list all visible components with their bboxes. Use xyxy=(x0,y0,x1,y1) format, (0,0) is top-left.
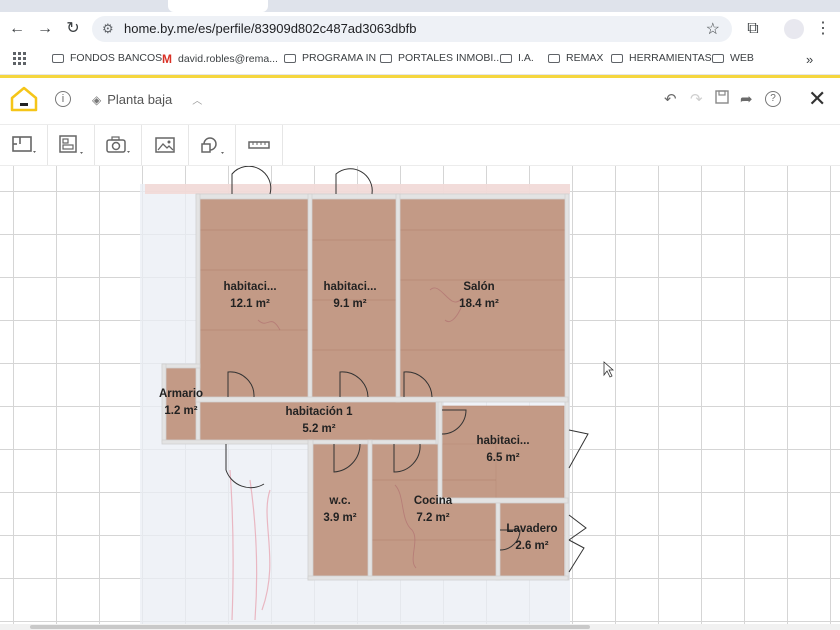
address-bar[interactable]: ⚙ home.by.me/es/perfile/83909d802c487ad3… xyxy=(92,16,732,42)
forward-icon[interactable]: → xyxy=(34,19,56,39)
room-name: Armario xyxy=(158,388,204,400)
site-info-icon[interactable]: ⚙ xyxy=(102,21,114,37)
browser-menu-icon[interactable]: ⋮ xyxy=(812,19,834,39)
room-area: 7.2 m² xyxy=(416,512,450,524)
bookmark-label: david.robles@rema... xyxy=(178,53,278,65)
room-name: Salón xyxy=(463,281,495,293)
bookmark-label: REMAX xyxy=(566,52,604,64)
furniture-tool-icon[interactable] xyxy=(47,125,95,165)
folder-icon xyxy=(52,53,64,63)
apps-grid-icon[interactable] xyxy=(13,52,26,65)
shapes-tool-icon[interactable] xyxy=(188,125,236,165)
bookmark-star-icon[interactable]: ☆ xyxy=(706,19,720,39)
folder-icon xyxy=(380,53,392,63)
bookmark-gmail[interactable]: Mdavid.robles@rema... xyxy=(162,52,278,66)
room-area: 1.2 m² xyxy=(164,405,198,417)
browser-tab-strip xyxy=(0,0,840,12)
redo-icon[interactable]: ↷ xyxy=(690,90,703,108)
bookmark-ia[interactable]: I.A. xyxy=(500,52,534,64)
bookmark-web[interactable]: WEB xyxy=(712,52,754,64)
folder-icon xyxy=(500,53,512,63)
browser-toolbar: ← → ↻ ⚙ home.by.me/es/perfile/83909d802c… xyxy=(0,12,840,46)
room-area: 6.5 m² xyxy=(486,452,520,464)
share-icon[interactable]: ➦ xyxy=(740,90,753,108)
horizontal-scrollbar[interactable] xyxy=(0,624,840,630)
floorplan-tool-icon[interactable] xyxy=(0,125,48,165)
info-icon[interactable]: i xyxy=(55,91,71,107)
folder-icon xyxy=(611,53,623,63)
chevron-up-icon: ︿ xyxy=(192,96,203,107)
room-label-bedroom-c[interactable]: habitaci... 6.5 m² xyxy=(458,433,548,467)
room-label-room-1[interactable]: habitación 1 5.2 m² xyxy=(266,404,372,438)
floor-selector[interactable]: ◈ Planta baja ︿ xyxy=(92,92,202,107)
room-name: habitaci... xyxy=(223,281,277,293)
room-name: Lavadero xyxy=(506,523,558,535)
room-name: habitaci... xyxy=(476,435,530,447)
room-name: habitaci... xyxy=(323,281,377,293)
undo-icon[interactable]: ↶ xyxy=(664,90,677,108)
ruler-tool-icon[interactable] xyxy=(235,125,283,165)
bookmark-label: WEB xyxy=(730,52,754,64)
folder-icon xyxy=(712,53,724,63)
active-tab[interactable] xyxy=(168,0,268,12)
room-label-bedroom-a[interactable]: habitaci... 12.1 m² xyxy=(205,279,295,313)
room-label-closet[interactable]: Armario 1.2 m² xyxy=(148,386,214,420)
room-label-laundry[interactable]: Lavadero 2.6 m² xyxy=(500,521,564,555)
app-header: i ◈ Planta baja ︿ ↶ ↷ ➦ ? ✕ xyxy=(0,78,840,125)
bookmark-label: PROGRAMA IN xyxy=(302,52,377,64)
layers-icon: ◈ xyxy=(92,92,102,107)
save-icon[interactable] xyxy=(715,90,729,108)
room-area: 9.1 m² xyxy=(333,298,367,310)
bookmark-label: FONDOS BANCOS xyxy=(70,52,163,64)
scrollbar-thumb[interactable] xyxy=(30,625,590,629)
bookmark-programa-in[interactable]: PROGRAMA IN xyxy=(284,52,376,64)
folder-icon xyxy=(548,53,560,63)
bookmark-portales[interactable]: PORTALES INMOBI... xyxy=(380,52,502,64)
tools-toolbar xyxy=(0,125,840,166)
folder-icon xyxy=(284,53,296,63)
bookmark-label: I.A. xyxy=(518,52,534,64)
room-area: 12.1 m² xyxy=(230,298,270,310)
bookmark-label: HERRAMIENTAS xyxy=(629,52,712,64)
back-icon[interactable]: ← xyxy=(6,19,28,39)
room-area: 2.6 m² xyxy=(515,540,549,552)
floorplan-canvas[interactable]: habitaci... 12.1 m² habitaci... 9.1 m² S… xyxy=(0,166,840,624)
extensions-icon[interactable]: ⧉ xyxy=(742,19,764,39)
bookmark-fondos-bancos[interactable]: FONDOS BANCOS xyxy=(52,52,162,64)
more-bookmarks-icon[interactable]: » xyxy=(806,52,813,67)
room-name: habitación 1 xyxy=(285,406,353,418)
room-label-kitchen[interactable]: Cocina 7.2 m² xyxy=(398,493,468,527)
room-label-living[interactable]: Salón 18.4 m² xyxy=(434,279,524,313)
image-tool-icon[interactable] xyxy=(141,125,189,165)
reload-icon[interactable]: ↻ xyxy=(62,19,84,39)
bookmark-herramientas[interactable]: HERRAMIENTAS xyxy=(611,52,712,64)
close-icon[interactable]: ✕ xyxy=(808,86,826,112)
room-label-wc[interactable]: w.c. 3.9 m² xyxy=(310,493,370,527)
bookmark-remax[interactable]: REMAX xyxy=(548,52,603,64)
bookmark-label: PORTALES INMOBI... xyxy=(398,52,503,64)
room-name: Cocina xyxy=(413,495,453,507)
floorplan-drawing xyxy=(140,166,615,624)
room-area: 5.2 m² xyxy=(302,423,336,435)
room-area: 18.4 m² xyxy=(459,298,499,310)
room-name: w.c. xyxy=(329,495,351,507)
floor-name: Planta baja xyxy=(107,92,173,107)
gmail-icon: M xyxy=(162,52,172,66)
help-icon[interactable]: ? xyxy=(765,91,781,107)
room-area: 3.9 m² xyxy=(323,512,357,524)
url-text[interactable]: home.by.me/es/perfile/83909d802c487ad306… xyxy=(124,21,416,36)
profile-avatar[interactable] xyxy=(784,19,804,39)
room-label-bedroom-b[interactable]: habitaci... 9.1 m² xyxy=(305,279,395,313)
home-logo-icon[interactable] xyxy=(10,86,38,116)
bookmarks-bar: FONDOS BANCOS Mdavid.robles@rema... PROG… xyxy=(0,46,840,75)
camera-tool-icon[interactable] xyxy=(94,125,142,165)
